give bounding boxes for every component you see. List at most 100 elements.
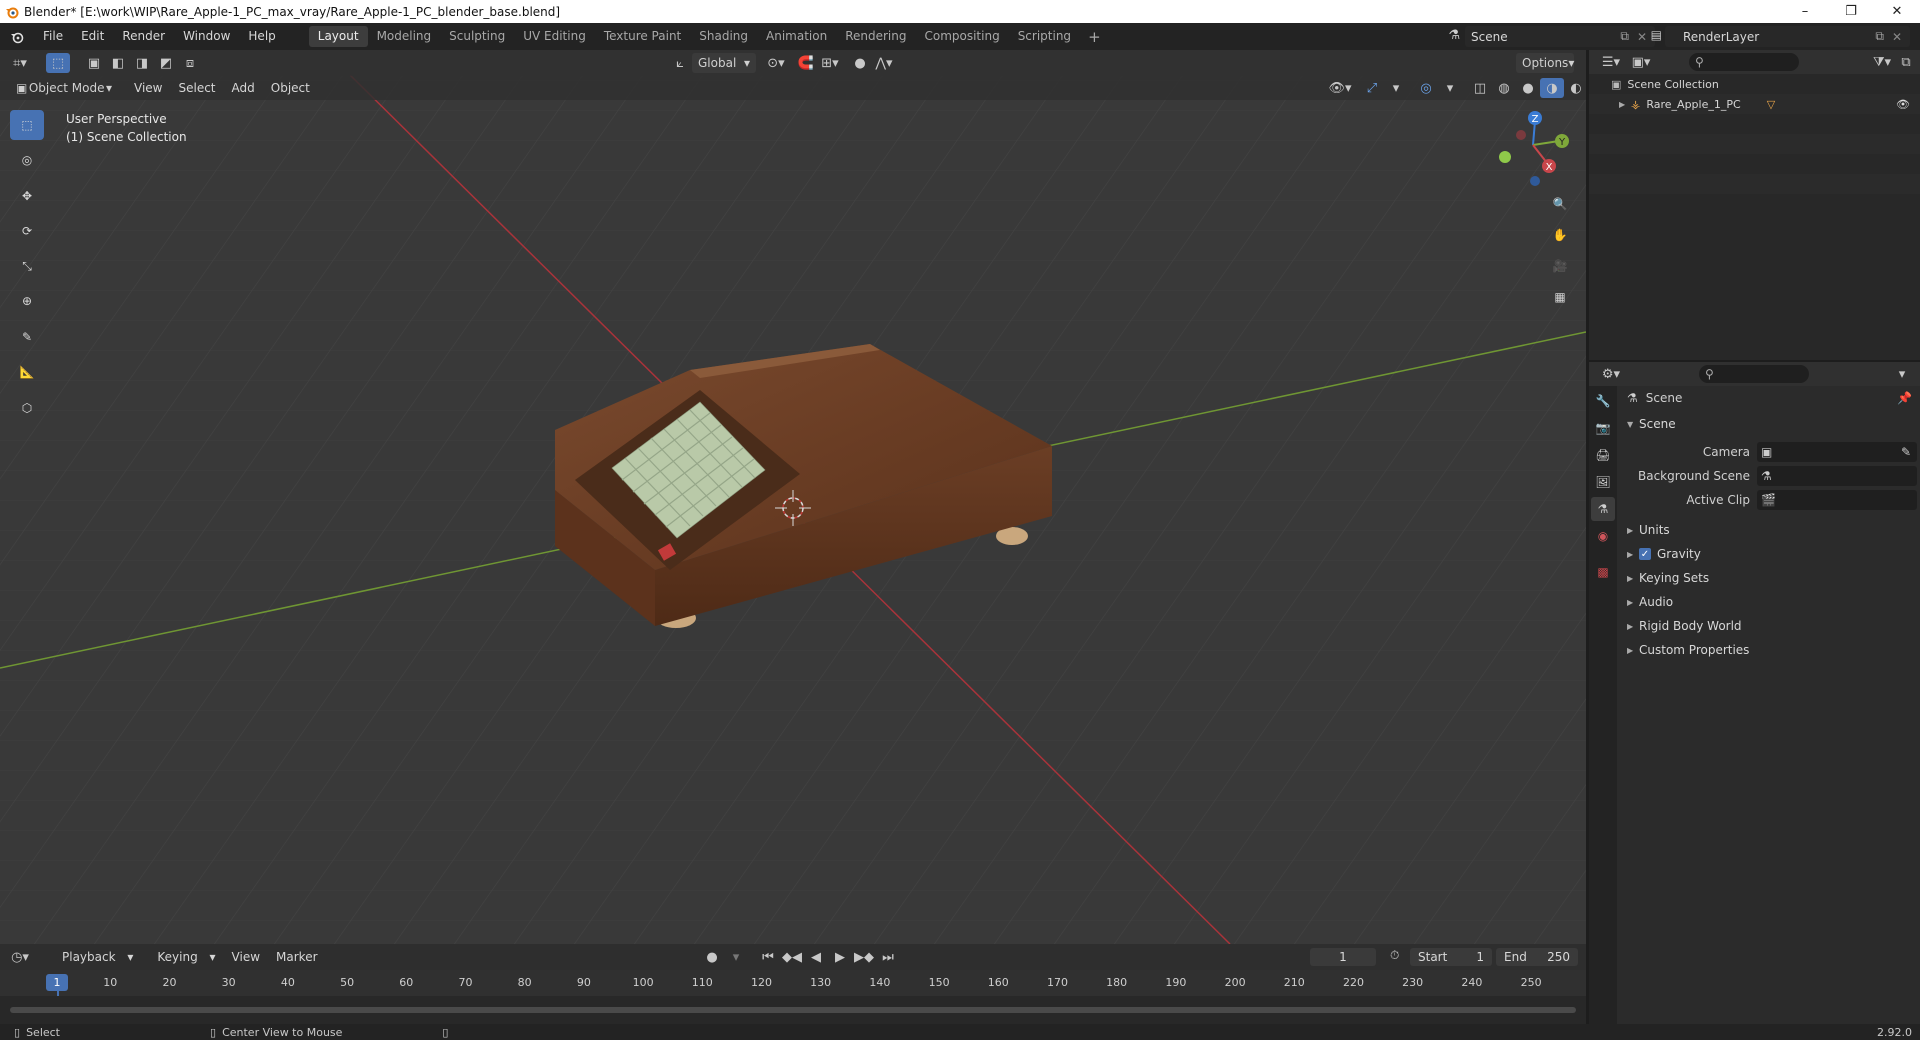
timeline-menu-playback[interactable]: Playback ▾ <box>46 950 141 964</box>
close-button[interactable]: ✕ <box>1874 0 1920 23</box>
pin-icon[interactable]: 📌 <box>1897 391 1912 405</box>
pivot-point-icon[interactable]: ⊙▾ <box>764 53 788 73</box>
display-mode-icon[interactable]: ▣▾ <box>1629 52 1653 72</box>
proportional-edit-icon[interactable]: ● <box>848 53 872 73</box>
output-tab-icon[interactable]: 🖨 <box>1591 443 1615 467</box>
select-extend-icon[interactable]: ◧ <box>106 53 130 73</box>
cursor-icon[interactable]: ◎ <box>10 145 44 175</box>
select-invert-icon[interactable]: ◩ <box>154 53 178 73</box>
annotate-icon[interactable]: ✎ <box>10 322 44 352</box>
jump-keyframe-forward-icon[interactable]: ▶◆ <box>852 947 876 967</box>
menu-file[interactable]: File <box>34 23 72 50</box>
stopwatch-icon[interactable]: ⏱ <box>1390 948 1399 963</box>
xray-icon[interactable]: ◫ <box>1468 78 1492 98</box>
zoom-icon[interactable]: 🔍 <box>1546 190 1574 218</box>
panel-custom-properties[interactable]: ▶ Custom Properties <box>1617 638 1920 662</box>
select-box-icon[interactable]: ⬚ <box>10 110 44 140</box>
outliner-row-object[interactable]: ▶ ⚶ Rare_Apple_1_PC ▽ 👁 <box>1589 94 1920 114</box>
scene-icon[interactable]: ⚗ <box>1448 28 1460 43</box>
background-scene-field[interactable]: ⚗ <box>1757 466 1917 486</box>
snap-icon[interactable]: 🧲 <box>794 53 818 73</box>
timeline-menu-marker[interactable]: Marker <box>268 950 325 964</box>
add-cube-icon[interactable]: ⬡ <box>10 393 44 423</box>
jump-end-icon[interactable]: ⏭ <box>876 947 900 967</box>
select-tool-icon[interactable]: ⬚ <box>46 53 70 73</box>
eyedropper-icon[interactable]: ✎ <box>1901 445 1911 459</box>
world-tab-icon[interactable]: ◉ <box>1591 524 1615 548</box>
remove-scene-icon[interactable]: ✕ <box>1637 30 1647 44</box>
viewport-menu-object[interactable]: Object <box>263 81 318 95</box>
timeline-editor-type-icon[interactable]: ◷▾ <box>8 947 32 967</box>
properties-editor-type-icon[interactable]: ⚙▾ <box>1599 364 1623 384</box>
gravity-checkbox[interactable]: ✓ <box>1639 548 1651 560</box>
end-frame-field[interactable]: End 250 <box>1496 948 1578 966</box>
editor-type-icon[interactable]: ⌗▾ <box>8 53 32 73</box>
play-reverse-icon[interactable]: ◀ <box>804 947 828 967</box>
viewport-menu-select[interactable]: Select <box>170 81 223 95</box>
jump-keyframe-back-icon[interactable]: ◆◀ <box>780 947 804 967</box>
minimize-button[interactable]: – <box>1782 0 1828 23</box>
outliner-editor-type-icon[interactable]: ☰▾ <box>1599 52 1623 72</box>
gizmo-toggle-icon[interactable]: ⤢ <box>1360 78 1384 98</box>
tab-uv-editing[interactable]: UV Editing <box>514 26 595 47</box>
texture-tab-icon[interactable]: ▩ <box>1591 560 1615 584</box>
render-tab-icon[interactable]: 📷 <box>1591 416 1615 440</box>
scene-selector[interactable]: Scene ⧉ ✕ <box>1465 26 1655 47</box>
panel-scene-header[interactable]: ▼ Scene <box>1617 412 1920 436</box>
menu-window[interactable]: Window <box>174 23 239 50</box>
camera-field[interactable]: ▣ ✎ <box>1757 442 1917 462</box>
options-dropdown[interactable]: Options ▾ <box>1516 53 1574 73</box>
pan-hand-icon[interactable]: ✋ <box>1546 221 1574 249</box>
panel-rigid-body-world[interactable]: ▶ Rigid Body World <box>1617 614 1920 638</box>
tab-modeling[interactable]: Modeling <box>368 26 441 47</box>
overlay-dropdown-icon[interactable]: ▾ <box>1438 78 1462 98</box>
mode-dropdown[interactable]: ▣ Object Mode ▾ <box>10 78 118 98</box>
scene-tab-icon[interactable]: ⚗ <box>1591 497 1615 521</box>
new-collection-icon[interactable]: ⧉ <box>1894 52 1918 72</box>
panel-audio[interactable]: ▶ Audio <box>1617 590 1920 614</box>
select-new-icon[interactable]: ▣ <box>82 53 106 73</box>
move-icon[interactable]: ✥ <box>10 181 44 211</box>
viewport-menu-add[interactable]: Add <box>224 81 263 95</box>
active-clip-field[interactable]: 🎬 <box>1757 490 1917 510</box>
tab-shading[interactable]: Shading <box>690 26 757 47</box>
restore-button[interactable]: ❐ <box>1828 0 1874 23</box>
start-frame-field[interactable]: Start 1 <box>1410 948 1492 966</box>
filter-icon[interactable]: ⧩▾ <box>1870 52 1894 72</box>
tab-scripting[interactable]: Scripting <box>1009 26 1080 47</box>
timeline-ruler[interactable]: 1 10 20 30 40 50 60 70 80 90 100 110 120 130 140 150 16… <box>0 970 1586 1022</box>
3d-viewport[interactable]: Z Y X ⌗▾ ⬚ ▣ ◧ ◨ ◩ ⧈ ⟀ Global ▾ ⊙▾ 🧲 ⊞▾ ●… <box>0 50 1586 944</box>
timeline-scrollbar[interactable] <box>10 1007 1576 1013</box>
solid-shading-icon[interactable]: ● <box>1516 78 1540 98</box>
falloff-icon[interactable]: ⋀▾ <box>872 53 896 73</box>
tab-compositing[interactable]: Compositing <box>915 26 1008 47</box>
outliner-row-scene-collection[interactable]: ▣ Scene Collection <box>1589 74 1920 94</box>
render-layer-icon[interactable]: ▤ <box>1651 28 1662 42</box>
timeline-body[interactable] <box>0 996 1586 1024</box>
snap-target-icon[interactable]: ⊞▾ <box>818 53 842 73</box>
new-scene-icon[interactable]: ⧉ <box>1620 29 1629 44</box>
record-options-icon[interactable]: ▾ <box>724 947 748 967</box>
blender-menu-icon[interactable] <box>6 30 28 44</box>
expand-arrow-icon[interactable]: ▶ <box>1619 100 1631 109</box>
camera-view-icon[interactable]: 🎥 <box>1546 252 1574 280</box>
gizmo-dropdown-icon[interactable]: ▾ <box>1384 78 1408 98</box>
measure-icon[interactable]: 📐 <box>10 357 44 387</box>
timeline-menu-keying[interactable]: Keying ▾ <box>141 950 223 964</box>
mesh-data-icon[interactable]: ▽ <box>1767 98 1775 111</box>
play-icon[interactable]: ▶ <box>828 947 852 967</box>
outliner-search-input[interactable]: ⚲ <box>1689 53 1799 71</box>
menu-edit[interactable]: Edit <box>72 23 113 50</box>
panel-gravity[interactable]: ▶ ✓ Gravity <box>1617 542 1920 566</box>
material-shading-icon[interactable]: ◑ <box>1540 78 1564 98</box>
transform-icon[interactable]: ⊕ <box>10 286 44 316</box>
scale-icon[interactable]: ⤡ <box>10 251 44 281</box>
view-layer-tab-icon[interactable]: 🖼 <box>1591 470 1615 494</box>
tool-tab-icon[interactable]: 🔧 <box>1591 389 1615 413</box>
properties-search-input[interactable]: ⚲ <box>1699 365 1809 383</box>
playhead[interactable]: 1 <box>46 974 68 991</box>
tab-animation[interactable]: Animation <box>757 26 836 47</box>
visibility-eye-icon[interactable]: 👁 <box>1896 98 1910 111</box>
tab-layout[interactable]: Layout <box>308 26 368 47</box>
chevron-down-icon[interactable]: ▾ <box>1890 364 1914 384</box>
